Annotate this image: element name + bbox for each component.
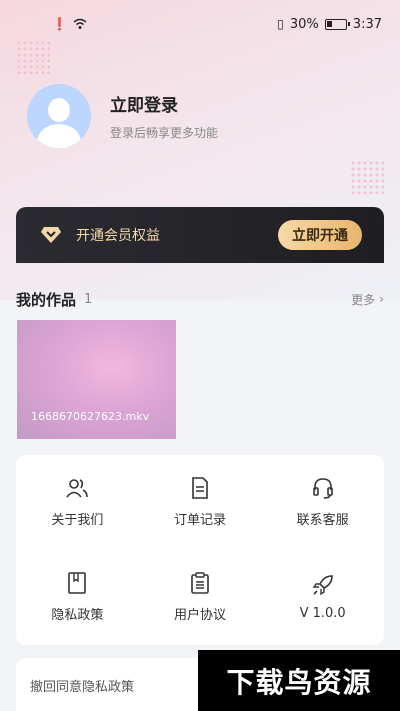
work-thumbnail[interactable]: 1668670627623.mkv <box>17 320 176 439</box>
work-filename: 1668670627623.mkv <box>31 410 150 423</box>
status-right: ▯ 30% 3:37 <box>277 17 382 32</box>
vip-label: 开通会员权益 <box>76 228 160 244</box>
menu-version[interactable]: V 1.0.0 <box>261 550 384 645</box>
headset-icon <box>312 478 333 499</box>
vip-card[interactable]: 开通会员权益 立即开通 <box>16 207 384 263</box>
chevron-right-icon: › <box>379 292 384 306</box>
profile-text: 立即登录 登录后畅享更多功能 <box>110 91 218 141</box>
works-title: 我的作品 <box>16 290 77 309</box>
menu-label: 联系客服 <box>296 513 349 528</box>
status-bar: ❗ ▯ 30% 3:37 <box>0 0 400 48</box>
menu-order-records[interactable]: 订单记录 <box>139 455 262 550</box>
book-icon <box>68 572 87 594</box>
clipboard-icon <box>191 572 209 594</box>
vibrate-icon: ▯ <box>277 17 284 31</box>
watermark: 下载鸟资源 <box>198 650 400 711</box>
login-subtitle: 登录后畅享更多功能 <box>110 126 219 140</box>
works-header: 我的作品 1 更多 › <box>0 281 400 317</box>
menu-label: 用户协议 <box>173 608 226 623</box>
battery-fill <box>326 20 333 27</box>
vip-open-button[interactable]: 立即开通 <box>278 220 362 250</box>
clock: 3:37 <box>352 16 382 32</box>
menu-customer-service[interactable]: 联系客服 <box>261 455 384 550</box>
menu-label: 隐私政策 <box>51 608 104 623</box>
status-left: ❗ <box>52 17 87 31</box>
more-link[interactable]: 更多 › <box>351 291 384 308</box>
menu-card: 关于我们 订单记录 联系客服 隐私政策 用户协议 V 1.0.0 <box>16 455 384 645</box>
users-icon <box>66 479 89 498</box>
alert-icon: ❗ <box>52 17 67 31</box>
battery-icon <box>324 18 350 30</box>
menu-label: 关于我们 <box>51 513 104 528</box>
diamond-icon <box>41 227 61 243</box>
menu-label: 订单记录 <box>173 513 226 528</box>
works-count: 1 <box>84 291 93 307</box>
document-icon <box>192 477 208 499</box>
revoke-label: 撤回同意隐私政策 <box>30 680 135 695</box>
works-section: 我的作品 1 更多 › 1668670627623.mkv <box>0 281 400 439</box>
battery-percent: 30% <box>289 16 319 32</box>
more-label: 更多 <box>351 292 376 307</box>
menu-privacy-policy[interactable]: 隐私政策 <box>16 550 139 645</box>
wifi-icon <box>73 18 87 29</box>
rocket-icon <box>312 575 333 596</box>
login-title[interactable]: 立即登录 <box>110 91 218 116</box>
user-avatar-icon[interactable] <box>27 84 91 148</box>
profile-area[interactable]: 立即登录 登录后畅享更多功能 <box>27 84 218 148</box>
menu-about-us[interactable]: 关于我们 <box>16 455 139 550</box>
menu-label: V 1.0.0 <box>299 606 346 621</box>
decor-dots <box>350 160 384 194</box>
menu-user-agreement[interactable]: 用户协议 <box>139 550 262 645</box>
